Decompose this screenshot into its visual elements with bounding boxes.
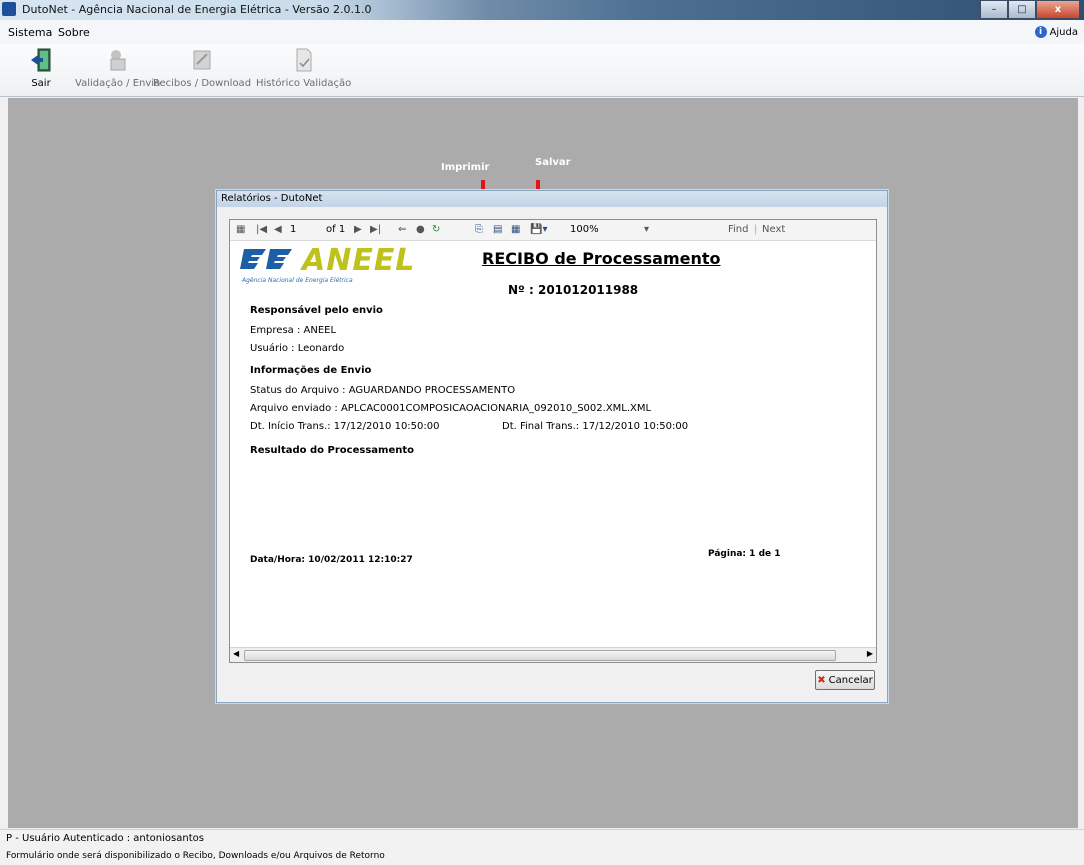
exit-door-icon [31,48,51,72]
status-authenticated-user: P - Usuário Autenticado : antoniosantos [0,829,1084,847]
user-text: Usuário : Leonardo [250,343,345,354]
info-heading: Informações de Envio [250,365,372,376]
maximize-button[interactable]: □ [1008,0,1036,19]
find-link[interactable]: Find [728,224,749,235]
start-date-text: Dt. Início Trans.: 17/12/2010 10:50:00 [250,421,440,432]
dialog-title: Relatórios - DutoNet [217,191,887,207]
close-button[interactable]: x [1036,0,1080,19]
report-number: Nº : 201012011988 [508,283,639,297]
menu-sobre[interactable]: Sobre [58,26,90,39]
separator: | [754,224,758,235]
minimize-button[interactable]: – [980,0,1008,19]
stop-icon[interactable]: ● [416,224,425,235]
document-map-icon[interactable]: ▦ [236,224,245,235]
next-link[interactable]: Next [762,224,785,235]
exit-button[interactable]: Sair [30,48,52,89]
reports-dialog: Relatórios - DutoNet ▦ |◀ ◀ 1 of 1 ▶ ▶| … [216,190,888,703]
scroll-right-icon[interactable]: ▶ [867,649,873,658]
help-button[interactable]: i Ajuda [1034,26,1078,38]
main-toolbar: Sair Validação / Envio Recibos / Downloa… [0,44,1084,97]
report-viewer: ▦ |◀ ◀ 1 of 1 ▶ ▶| ⇐ ● ↻ ⎘ ▤ ▦ 💾▾ 100% ▾… [229,219,877,663]
receipts-download-button[interactable]: Recibos / Download [153,48,251,89]
file-status-text: Status do Arquivo : AGUARDANDO PROCESSAM… [250,385,516,396]
history-validation-icon [296,48,312,72]
menu-sistema[interactable]: Sistema [8,26,52,39]
report-page: ANEEL Agência Nacional de Energia Elétri… [230,241,876,646]
annotation-print: Imprimir [441,162,490,173]
last-page-icon[interactable]: ▶| [370,224,381,235]
receipts-download-icon [193,50,211,70]
exit-label: Sair [31,78,51,89]
report-title: RECIBO de Processamento [482,249,721,268]
page-total: of 1 [326,224,346,235]
refresh-icon[interactable]: ↻ [432,224,440,235]
company-text: Empresa : ANEEL [250,325,337,336]
info-icon: i [1034,26,1047,38]
zoom-dropdown-icon[interactable]: ▾ [644,224,649,235]
file-sent-text: Arquivo enviado : APLCAC0001COMPOSICAOAC… [250,403,652,414]
print-layout-icon[interactable]: ▤ [493,224,502,235]
history-validation-button[interactable]: Histórico Validação [256,48,351,89]
menu-bar: Sistema Sobre i Ajuda [0,20,1084,44]
zoom-select[interactable]: 100% [570,224,599,235]
status-description: Formulário onde será disponibilizado o R… [0,847,1084,865]
validate-send-label: Validação / Envio [75,78,161,89]
history-validation-label: Histórico Validação [256,78,352,89]
viewer-toolbar: ▦ |◀ ◀ 1 of 1 ▶ ▶| ⇐ ● ↻ ⎘ ▤ ▦ 💾▾ 100% ▾… [230,220,876,241]
logo-text: ANEEL [302,243,416,278]
save-export-icon[interactable]: 💾▾ [530,224,547,235]
validate-send-icon [110,50,126,71]
next-page-icon[interactable]: ▶ [354,224,362,235]
datetime-text: Data/Hora: 10/02/2011 12:10:27 [250,555,413,565]
window-controls: – □ x [980,0,1080,19]
result-heading: Resultado do Processamento [250,445,414,456]
annotation-save: Salvar [535,157,571,168]
receipts-download-label: Recibos / Download [153,78,252,89]
cancel-button[interactable]: ✖ Cancelar [815,670,875,690]
app-logo-icon [2,2,16,16]
aneel-logo-icon [240,249,292,269]
scroll-left-icon[interactable]: ◀ [233,649,239,658]
first-page-icon[interactable]: |◀ [256,224,267,235]
page-setup-icon[interactable]: ▦ [511,224,520,235]
cancel-label: Cancelar [828,674,873,686]
horizontal-scrollbar[interactable]: ◀ ▶ [230,647,876,662]
end-date-text: Dt. Final Trans.: 17/12/2010 10:50:00 [502,421,689,432]
logo-subtitle: Agência Nacional de Energia Elétrica [242,277,353,284]
current-page-input[interactable]: 1 [290,224,296,235]
window-titlebar: DutoNet - Agência Nacional de Energia El… [0,0,1084,20]
page-text: Página: 1 de 1 [708,549,781,559]
previous-page-icon[interactable]: ◀ [274,224,282,235]
validate-send-button[interactable]: Validação / Envio [75,48,160,89]
back-icon[interactable]: ⇐ [398,224,406,235]
sender-heading: Responsável pelo envio [250,305,383,316]
help-label: Ajuda [1049,26,1078,38]
cancel-icon: ✖ [817,674,826,686]
scrollbar-thumb[interactable] [244,650,836,661]
print-icon[interactable]: ⎘ [475,224,483,235]
window-title: DutoNet - Agência Nacional de Energia El… [22,3,372,16]
